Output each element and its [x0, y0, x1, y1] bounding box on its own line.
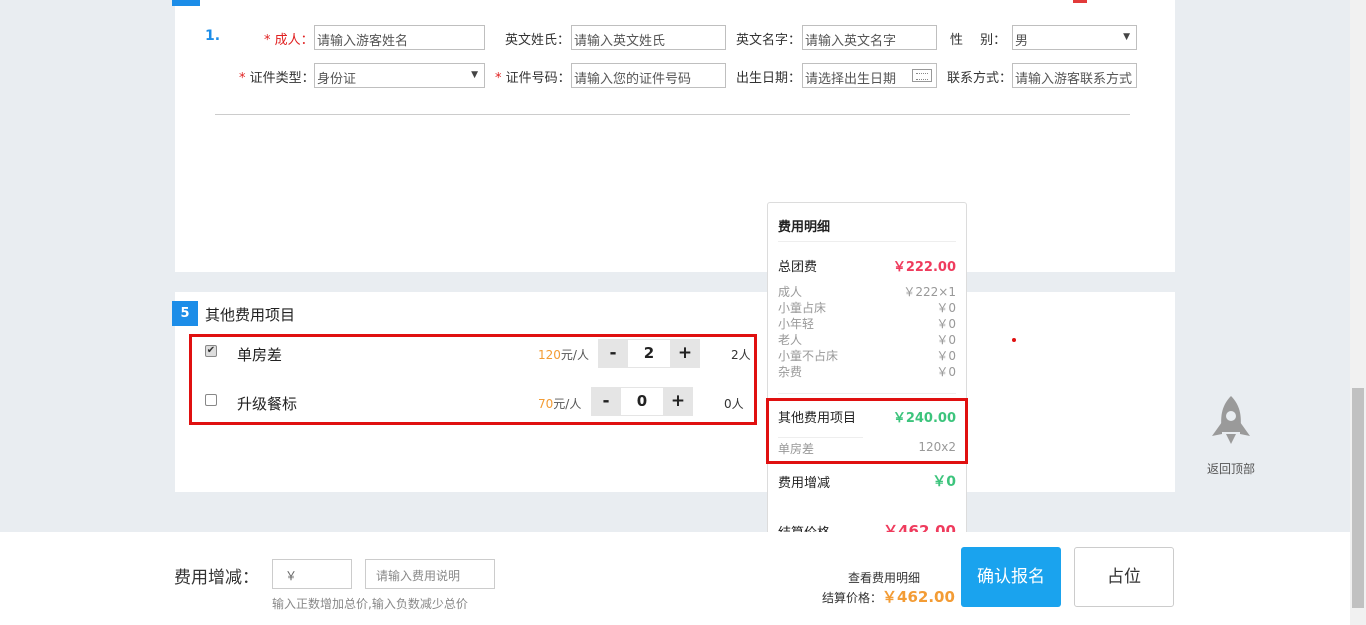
other-fees-sub-label: 单房差 — [778, 442, 815, 456]
adjust-amount-input[interactable]: ￥ — [272, 559, 352, 589]
breakdown-label: 小年轻 — [778, 317, 815, 331]
traveler-type-label: * 成人： — [264, 33, 314, 48]
breakdown-value: ￥0 — [936, 333, 956, 347]
total-label: 总团费 — [778, 260, 818, 275]
total-value: ￥222.00 — [892, 260, 956, 275]
chevron-down-icon: ▼ — [471, 70, 478, 80]
hold-button[interactable]: 占位 — [1074, 547, 1174, 607]
minus-button[interactable]: - — [591, 387, 621, 416]
en-given-label: 英文名字： — [736, 33, 802, 48]
gender-select[interactable]: 男 ▼ — [1012, 25, 1137, 50]
contact-input[interactable]: 请输入游客联系方式 — [1012, 63, 1137, 88]
fee-detail-title: 费用明细 — [778, 220, 831, 235]
chevron-down-icon: ▼ — [1123, 32, 1130, 42]
breakdown-label: 老人 — [778, 333, 803, 347]
scrollbar-thumb[interactable] — [1352, 388, 1364, 608]
fee-item-checkbox[interactable]: ✔ — [205, 345, 217, 357]
traveler-index: 1. — [205, 28, 221, 44]
fee-item-price: 120元/人 — [538, 348, 589, 362]
other-fees-sub-value: 120x2 — [918, 440, 956, 454]
plus-button[interactable]: + — [663, 387, 693, 416]
view-detail-link[interactable]: 查看费用明细 — [848, 569, 920, 586]
quantity-stepper[interactable]: - 2 + — [598, 339, 700, 368]
back-to-top-label[interactable]: 返回顶部 — [1207, 460, 1255, 477]
minus-button[interactable]: - — [598, 339, 628, 368]
breakdown-label: 成人 — [778, 285, 803, 299]
breakdown-label: 小童占床 — [778, 301, 827, 315]
adjust-label: 费用增减 — [778, 476, 831, 491]
en-surname-input[interactable]: 请输入英文姓氏 — [571, 25, 726, 50]
fee-item-checkbox[interactable] — [205, 394, 217, 406]
plus-button[interactable]: + — [670, 339, 700, 368]
breakdown-label: 小童不占床 — [778, 349, 839, 363]
calendar-icon[interactable] — [912, 69, 932, 82]
fee-item-price: 70元/人 — [538, 397, 582, 411]
en-surname-label: 英文姓氏： — [505, 33, 571, 48]
adjust-hint: 输入正数增加总价,输入负数减少总价 — [272, 597, 468, 611]
id-type-value: 身份证 — [317, 72, 357, 87]
fee-item-count: 2人 — [731, 348, 751, 362]
section-badge — [172, 0, 200, 6]
id-type-select[interactable]: 身份证 ▼ — [314, 63, 485, 88]
divider — [778, 241, 956, 242]
id-no-label: * 证件号码： — [495, 71, 571, 86]
breakdown-value: ￥222×1 — [903, 285, 956, 299]
settle-price: 结算价格：￥462.00 — [822, 588, 955, 606]
divider — [215, 114, 1130, 115]
divider — [778, 393, 956, 394]
en-given-input[interactable]: 请输入英文名字 — [802, 25, 937, 50]
birth-label: 出生日期： — [736, 71, 802, 86]
section-title: 其他费用项目 — [205, 306, 296, 324]
contact-label: 联系方式： — [947, 71, 1013, 86]
adjust-value: ￥0 — [932, 474, 956, 490]
birth-date-input[interactable]: 请选择出生日期 — [802, 63, 937, 88]
other-fees-label: 其他费用项目 — [778, 411, 857, 426]
fee-item-name: 单房差 — [237, 346, 283, 364]
fee-item-name: 升级餐标 — [237, 395, 298, 413]
quantity-stepper[interactable]: - 0 + — [591, 387, 693, 416]
quantity-value[interactable]: 2 — [628, 339, 670, 368]
divider — [778, 437, 863, 438]
birth-placeholder: 请选择出生日期 — [805, 72, 897, 87]
breakdown-value: ￥0 — [936, 301, 956, 315]
delete-icon[interactable] — [1073, 0, 1087, 3]
rocket-icon[interactable] — [1207, 394, 1257, 454]
id-type-label: * 证件类型： — [239, 71, 315, 86]
breakdown-value: ￥0 — [936, 349, 956, 363]
section-number: 5 — [172, 301, 198, 326]
fee-item-count: 0人 — [724, 397, 744, 411]
breakdown-value: ￥0 — [936, 365, 956, 379]
adjust-label: 费用增减： — [174, 568, 259, 588]
adjust-desc-input[interactable]: 请输入费用说明 — [365, 559, 495, 589]
gender-label: 性 别： — [950, 33, 1007, 48]
breakdown-value: ￥0 — [936, 317, 956, 331]
other-fees-value: ￥240.00 — [892, 411, 956, 426]
breakdown-label: 杂费 — [778, 365, 803, 379]
confirm-button[interactable]: 确认报名 — [961, 547, 1061, 607]
name-input[interactable]: 请输入游客姓名 — [314, 25, 485, 50]
quantity-value[interactable]: 0 — [621, 387, 663, 416]
id-no-input[interactable]: 请输入您的证件号码 — [571, 63, 726, 88]
red-dot — [1012, 338, 1016, 342]
gender-value: 男 — [1015, 34, 1029, 49]
